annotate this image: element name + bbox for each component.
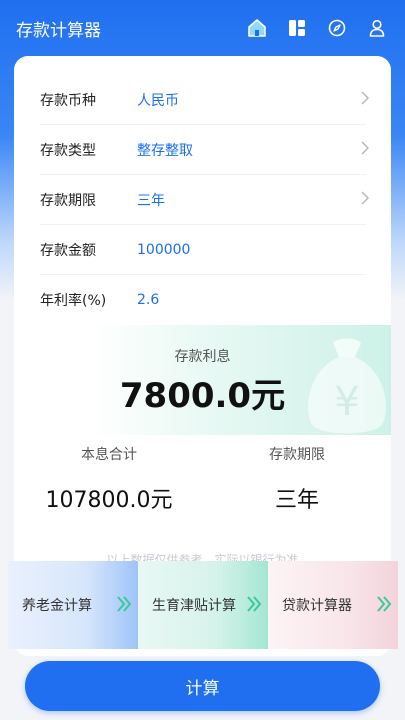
- user-icon[interactable]: [365, 16, 389, 40]
- promo-label: 生育津贴计算: [152, 598, 236, 614]
- total-value: 107800.0元: [45, 488, 173, 513]
- pension-calculator-link[interactable]: 养老金计算: [8, 561, 138, 649]
- deposit-type-row[interactable]: 存款类型 整存整取: [40, 125, 370, 175]
- app-header: 存款计算器: [0, 0, 405, 56]
- page-title: 存款计算器: [16, 20, 101, 41]
- total-summary: 本息合计 107800.0元: [14, 444, 204, 514]
- deposit-amount-row: 存款金额 100000: [40, 225, 366, 275]
- currency-value: 人民币: [137, 92, 179, 109]
- header-icons: [245, 16, 389, 40]
- deposit-term-row[interactable]: 存款期限 三年: [40, 175, 370, 225]
- double-chevron-right-icon: [246, 595, 262, 617]
- double-chevron-right-icon: [376, 595, 392, 617]
- interest-label: 存款利息: [174, 349, 231, 365]
- interest-rate-label: 年利率(%): [40, 293, 107, 309]
- double-chevron-right-icon: [116, 595, 132, 617]
- deposit-amount-label: 存款金额: [40, 242, 96, 259]
- deposit-type-value: 整存整取: [137, 142, 193, 159]
- discover-icon[interactable]: [325, 16, 349, 40]
- deposit-type-label: 存款类型: [40, 142, 96, 159]
- promo-label: 贷款计算器: [282, 598, 352, 614]
- home-icon[interactable]: [245, 16, 269, 40]
- interest-rate-row: 年利率(%) 2.6: [40, 275, 366, 325]
- term-summary-value: 三年: [274, 488, 319, 513]
- chevron-right-icon: [360, 140, 370, 159]
- promo-label: 养老金计算: [22, 598, 92, 614]
- maternity-allowance-link[interactable]: 生育津贴计算: [138, 561, 268, 649]
- deposit-term-label: 存款期限: [40, 192, 96, 209]
- calculate-button[interactable]: 计算: [25, 661, 380, 711]
- interest-rate-input[interactable]: 2.6: [137, 292, 159, 308]
- total-label: 本息合计: [81, 447, 137, 463]
- deposit-amount-input[interactable]: 100000: [137, 242, 190, 258]
- chevron-right-icon: [360, 90, 370, 109]
- loan-calculator-link[interactable]: 贷款计算器: [268, 561, 398, 649]
- deposit-term-value: 三年: [137, 192, 165, 209]
- currency-label: 存款币种: [40, 92, 96, 109]
- term-summary: 存款期限 三年: [202, 444, 391, 514]
- dashboard-icon[interactable]: [285, 16, 309, 40]
- currency-row[interactable]: 存款币种 人民币: [40, 75, 370, 125]
- term-summary-label: 存款期限: [269, 447, 325, 463]
- promo-strip: 养老金计算 生育津贴计算 贷款计算器: [8, 561, 398, 649]
- chevron-right-icon: [360, 190, 370, 209]
- interest-value: 7800.0元: [119, 376, 286, 416]
